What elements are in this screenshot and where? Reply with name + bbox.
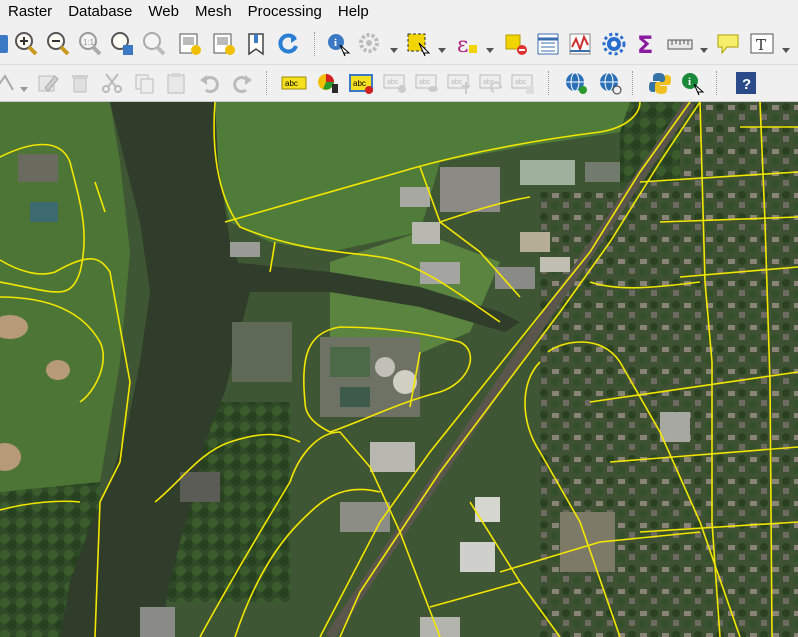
map-canvas[interactable] [0, 102, 798, 637]
cut-features-icon[interactable] [98, 69, 126, 97]
svg-text:i: i [334, 37, 337, 49]
help-icon[interactable]: ? [732, 69, 760, 97]
zoom-native-resolution-icon[interactable]: 1:1 [76, 30, 104, 58]
run-feature-action-icon[interactable] [356, 30, 384, 58]
zoom-out-icon[interactable] [44, 30, 72, 58]
measure-line-icon[interactable] [666, 30, 694, 58]
chevron-down-icon[interactable] [782, 41, 790, 53]
field-calculator-icon[interactable] [566, 30, 594, 58]
layer-diagram-options-icon[interactable] [314, 69, 342, 97]
svg-text:T: T [756, 36, 766, 54]
processing-toolbox-icon[interactable] [600, 30, 628, 58]
modify-attributes-icon[interactable] [34, 69, 62, 97]
chevron-down-icon[interactable] [390, 41, 398, 53]
toolbar-separator [632, 71, 635, 95]
toolbar-separator [266, 71, 269, 95]
metasearch-icon[interactable] [596, 69, 624, 97]
chevron-down-icon[interactable] [438, 41, 446, 53]
chevron-down-icon[interactable] [700, 41, 708, 53]
vertex-tool-icon[interactable] [0, 69, 18, 97]
chevron-down-icon[interactable] [486, 41, 494, 53]
digitizing-label-toolbar: abc abc abc abc abc abc abc i ? [0, 65, 798, 102]
identify-features-icon[interactable]: i [324, 30, 352, 58]
new-map-view-icon[interactable] [176, 30, 204, 58]
svg-text:ε: ε [457, 33, 468, 57]
map-tips-icon[interactable] [714, 30, 742, 58]
svg-text:abc: abc [451, 79, 463, 86]
add-wms-layer-icon[interactable] [562, 69, 590, 97]
attribute-table-icon[interactable] [534, 30, 562, 58]
new-bookmark-icon[interactable] [242, 30, 270, 58]
svg-text:abc: abc [515, 79, 527, 86]
show-hide-labels-icon[interactable]: abc [414, 69, 442, 97]
rotate-label-icon[interactable]: abc [478, 69, 506, 97]
menu-web[interactable]: Web [140, 0, 187, 24]
menu-processing[interactable]: Processing [240, 0, 330, 24]
svg-text:abc: abc [353, 79, 366, 88]
svg-text:abc: abc [285, 79, 298, 88]
move-label-icon[interactable]: abc [446, 69, 474, 97]
deselect-features-icon[interactable] [502, 30, 530, 58]
toolbar-separator [548, 71, 551, 95]
delete-selected-icon[interactable] [66, 69, 94, 97]
aerial-map [0, 102, 798, 637]
text-annotation-icon[interactable]: T [748, 30, 776, 58]
zoom-to-selection-icon[interactable] [108, 30, 136, 58]
menu-bar: Raster Database Web Mesh Processing Help [0, 0, 798, 24]
select-by-expression-icon[interactable]: ε [452, 30, 480, 58]
highlight-pinned-labels-icon[interactable]: abc [348, 69, 376, 97]
paste-features-icon[interactable] [162, 69, 190, 97]
svg-text:Σ: Σ [637, 31, 653, 57]
zoom-to-layer-icon[interactable] [140, 30, 168, 58]
chevron-down-icon[interactable] [20, 80, 28, 92]
redo-icon[interactable] [228, 69, 256, 97]
change-label-icon[interactable]: abc [510, 69, 538, 97]
statistical-summary-icon[interactable]: Σ [632, 30, 660, 58]
identify-plugin-icon[interactable]: i [678, 69, 706, 97]
zoom-in-icon[interactable] [12, 30, 40, 58]
python-console-icon[interactable] [646, 69, 674, 97]
copy-features-icon[interactable] [130, 69, 158, 97]
svg-text:1:1: 1:1 [83, 38, 95, 47]
svg-text:abc: abc [387, 79, 399, 86]
select-features-icon[interactable] [404, 30, 432, 58]
menu-database[interactable]: Database [60, 0, 140, 24]
pin-unpin-labels-icon[interactable]: abc [382, 69, 410, 97]
map-navigation-toolbar: 1:1 i ε Σ T [0, 24, 798, 65]
svg-text:abc: abc [419, 79, 431, 86]
refresh-icon[interactable] [274, 30, 302, 58]
layer-labeling-options-icon[interactable]: abc [280, 69, 308, 97]
svg-text:i: i [688, 76, 691, 88]
menu-help[interactable]: Help [330, 0, 377, 24]
toolbar-separator [314, 32, 317, 56]
svg-text:?: ? [742, 76, 751, 93]
menu-raster[interactable]: Raster [0, 0, 60, 24]
toolbar-separator [716, 71, 719, 95]
menu-mesh[interactable]: Mesh [187, 0, 240, 24]
new-3d-map-view-icon[interactable] [210, 30, 238, 58]
undo-icon[interactable] [196, 69, 224, 97]
